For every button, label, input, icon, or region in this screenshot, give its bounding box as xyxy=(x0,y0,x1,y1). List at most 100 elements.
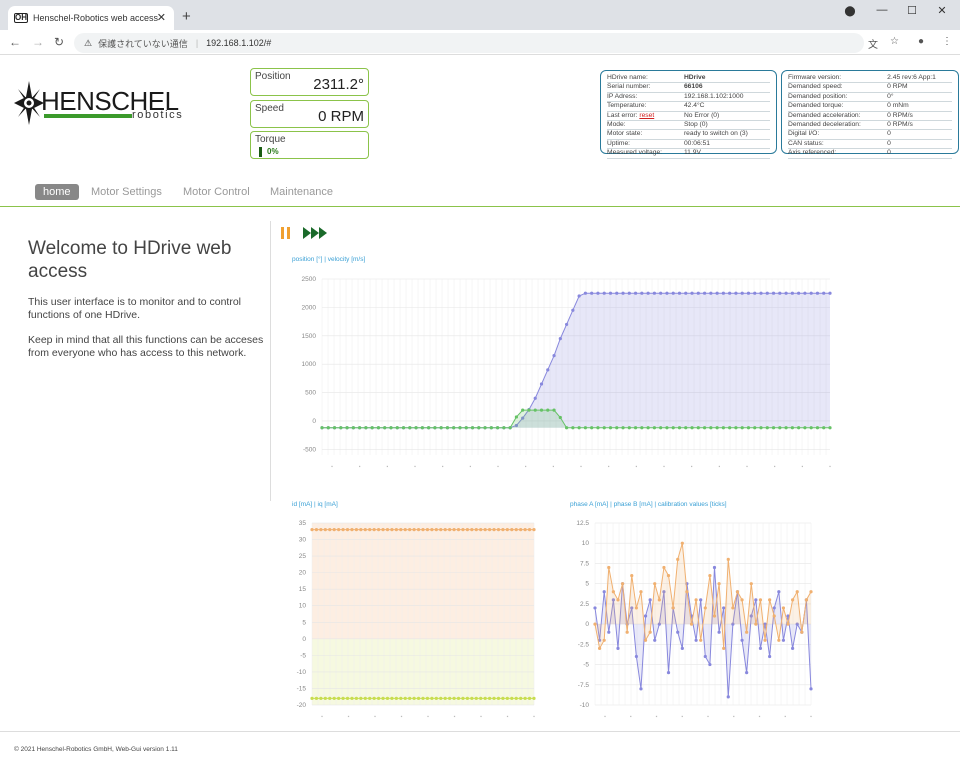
data-point xyxy=(797,291,801,295)
y-tick-label: 12.5 xyxy=(576,520,589,527)
data-point xyxy=(690,291,694,295)
data-point xyxy=(408,696,412,700)
reload-icon[interactable]: ↻ xyxy=(54,35,64,49)
speed-value: 0 RPM xyxy=(318,108,364,125)
info-row: Temperature: 42.4°C xyxy=(607,101,770,112)
browser-tab[interactable]: OH Henschel-Robotics web access ✕ xyxy=(8,6,174,30)
menu-home[interactable]: home xyxy=(35,184,79,200)
data-point xyxy=(492,696,496,700)
data-point xyxy=(639,590,643,594)
x-tick-mark: ▪ xyxy=(774,464,776,470)
data-point xyxy=(596,426,600,430)
data-point xyxy=(809,426,813,430)
forward-icon[interactable]: → xyxy=(32,35,44,49)
data-point xyxy=(809,687,813,691)
info-row: Serial number: 66106 xyxy=(607,82,770,93)
info-value: 0 RPM/s xyxy=(883,120,952,131)
profile-dropdown-icon[interactable]: ⬤ xyxy=(842,6,858,17)
info-value: 66106 xyxy=(679,82,770,93)
data-point xyxy=(712,565,717,570)
data-point xyxy=(765,426,769,430)
x-tick-mark: ▪ xyxy=(707,714,709,720)
x-tick-mark: ▪ xyxy=(331,464,333,470)
torque-bar xyxy=(259,147,262,157)
data-point xyxy=(676,557,680,561)
close-window-icon[interactable]: ✕ xyxy=(934,4,950,17)
info-value: HDrive xyxy=(679,74,770,84)
drive-info-panel: HDrive name: HDrive Serial number: 66106 IP … xyxy=(600,70,777,159)
data-point xyxy=(627,426,631,430)
data-point xyxy=(430,696,434,700)
data-point xyxy=(358,426,362,430)
menu-motor-settings[interactable]: Motor Settings xyxy=(91,184,162,200)
x-tick-mark: ▪ xyxy=(533,714,535,720)
data-point xyxy=(445,426,450,430)
maximize-icon[interactable]: ☐ xyxy=(904,4,920,17)
y-tick-label: 0 xyxy=(302,636,306,643)
back-icon[interactable]: ← xyxy=(9,35,21,49)
x-tick-mark: ▪ xyxy=(663,464,665,470)
menu-motor-control[interactable]: Motor Control xyxy=(183,184,250,200)
data-point xyxy=(496,426,500,430)
menu-maintenance[interactable]: Maintenance xyxy=(270,184,333,200)
data-point xyxy=(797,426,801,430)
series-fill xyxy=(322,293,830,428)
data-point xyxy=(372,696,376,700)
data-point xyxy=(488,696,492,700)
data-point xyxy=(354,528,358,532)
data-point xyxy=(611,590,615,594)
y-tick-label: -10 xyxy=(580,702,590,709)
info-label: Axis referenced: xyxy=(788,148,884,159)
page: HENSCHEL robotics Position 2311.2° Speed… xyxy=(0,55,960,765)
data-point xyxy=(822,426,826,430)
info-label: Measured voltage: xyxy=(607,148,680,159)
x-tick-mark: ▪ xyxy=(427,714,429,720)
x-tick-mark: ▪ xyxy=(386,464,388,470)
y-tick-label: 1000 xyxy=(302,361,317,368)
fast-forward-icon[interactable] xyxy=(303,227,329,239)
data-point xyxy=(728,426,732,430)
data-point xyxy=(332,696,336,700)
info-value: ready to switch on (3) xyxy=(679,129,770,140)
info-label: IP Adress: xyxy=(607,92,680,103)
reset-error-link[interactable]: reset xyxy=(639,112,654,119)
data-point xyxy=(464,426,468,430)
y-tick-label: -20 xyxy=(297,702,307,709)
data-point xyxy=(708,662,712,667)
data-point xyxy=(332,426,337,430)
data-point xyxy=(328,528,332,532)
info-row: Demanded acceleration: 0 RPM/s xyxy=(788,111,952,122)
translate-icon[interactable]: 文 xyxy=(868,36,878,51)
y-tick-label: 10 xyxy=(299,603,307,610)
menu-dots-icon[interactable]: ⋮ xyxy=(942,36,952,47)
data-point xyxy=(433,426,437,430)
data-point xyxy=(319,696,323,700)
data-point xyxy=(571,426,575,430)
account-icon[interactable]: ● xyxy=(918,36,924,47)
data-point xyxy=(630,573,634,578)
data-point xyxy=(772,614,776,618)
data-point xyxy=(590,291,594,295)
content-divider xyxy=(270,221,271,501)
info-value: 0 mNm xyxy=(883,101,952,112)
data-point xyxy=(390,696,394,700)
address-bar[interactable]: ⚠ 保護されていない通信 | 192.168.1.102/# xyxy=(74,33,864,53)
new-tab-icon[interactable]: + xyxy=(182,8,191,25)
data-point xyxy=(489,426,493,430)
info-label: Demanded acceleration: xyxy=(788,111,884,122)
data-point xyxy=(800,630,804,634)
data-point xyxy=(702,426,707,430)
close-tab-icon[interactable]: ✕ xyxy=(157,11,166,24)
data-point xyxy=(715,291,719,295)
data-point xyxy=(745,671,749,675)
minimize-icon[interactable]: — xyxy=(874,4,890,16)
info-value: 2.45 rev:6 App:1 xyxy=(883,74,952,84)
data-point xyxy=(596,291,600,295)
x-tick-mark: ▪ xyxy=(507,714,509,720)
info-label: Mode: xyxy=(607,120,680,131)
pause-icon[interactable] xyxy=(280,227,292,239)
bookmark-star-icon[interactable]: ☆ xyxy=(890,36,899,47)
y-tick-label: 0 xyxy=(312,418,316,425)
data-point xyxy=(684,426,688,430)
data-point xyxy=(778,291,782,295)
